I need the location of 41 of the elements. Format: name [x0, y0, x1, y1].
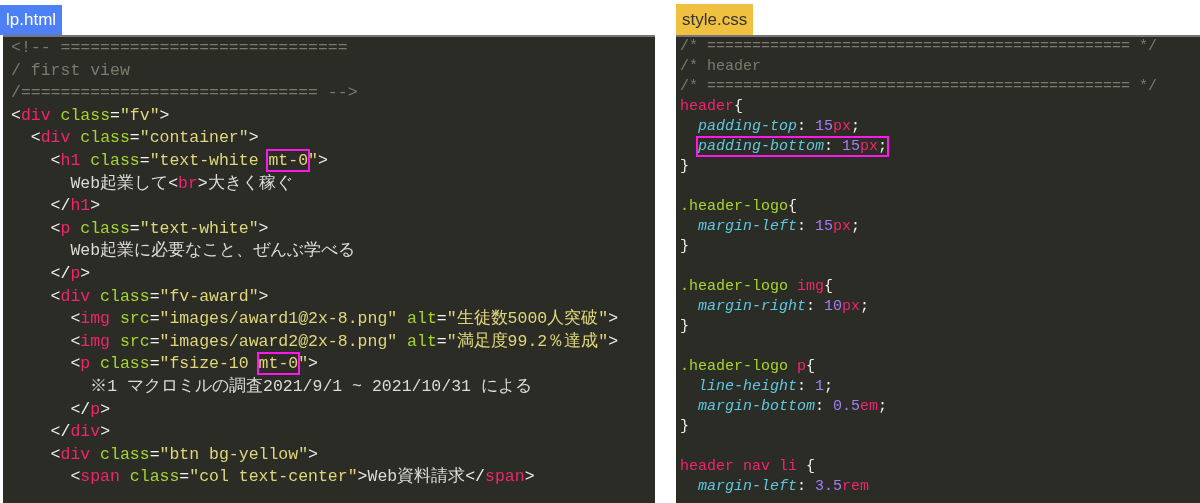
code-line: /============================== -->	[11, 82, 359, 105]
code-line: / first view	[11, 59, 131, 82]
code-line: ※1 マクロミルの調査2021/9/1 ~ 2021/10/31 による	[89, 375, 533, 398]
code-line: /* =============================================== */	[680, 37, 1159, 57]
file-tab[interactable]: style.css	[676, 4, 754, 35]
code-line: }	[680, 317, 690, 337]
code-line: <!-- =============================	[11, 37, 349, 59]
code-line: /* header	[680, 57, 762, 77]
code-line: line-height: 1;	[697, 377, 835, 397]
code-line: <img src="images/award1@2x-8.png" alt="生徒数5000人突破">	[69, 308, 620, 331]
code-line: <div class="container">	[29, 127, 260, 150]
code-line: .header-logo img{	[680, 277, 835, 297]
code-line: header{	[680, 97, 745, 117]
code-line: }	[680, 237, 690, 257]
code-line: margin-left: 15px;	[697, 217, 862, 237]
code-line: }	[680, 157, 690, 177]
file-tab[interactable]: lp.html	[0, 5, 63, 35]
code-line: </p>	[49, 262, 92, 285]
code-line: padding-top: 15px;	[697, 117, 862, 137]
code-line: margin-bottom: 0.5em;	[697, 397, 889, 417]
code-line: Web起業して<br>大きく稼ぐ	[69, 172, 294, 195]
code-line: margin-left: 3.5rem	[697, 477, 871, 497]
code-line: }	[680, 417, 690, 437]
code-line: <div class="fv-award">	[49, 285, 270, 308]
code-line: <span class="col text-center">Web資料請求</span>	[69, 466, 536, 489]
code-line: <div class="btn bg-yellow">	[49, 443, 319, 466]
code-line: <h1 class="text-white mt-0">	[49, 149, 329, 172]
code-line: <div class="fv">	[11, 104, 171, 127]
code-line: <p class="fsize-10 mt-0">	[69, 353, 319, 376]
code-line: </p>	[69, 398, 112, 421]
code-line: .header-logo{	[680, 197, 799, 217]
code-line: /* =============================================== */	[680, 77, 1159, 97]
code-line: <img src="images/award2@2x-8.png" alt="満足度99.2％達成">	[69, 330, 620, 353]
code-line: .header-logo p{	[680, 357, 817, 377]
code-line: Web起業に必要なこと、ぜんぶ学べる	[69, 240, 357, 263]
code-line: </h1>	[49, 195, 102, 218]
code-line: </div>	[49, 421, 112, 444]
code-line: margin-right: 10px;	[697, 297, 871, 317]
code-line: header nav li {	[680, 457, 817, 477]
code-line: <p class="text-white">	[49, 217, 270, 240]
code-line: padding-bottom: 15px;	[697, 137, 889, 157]
